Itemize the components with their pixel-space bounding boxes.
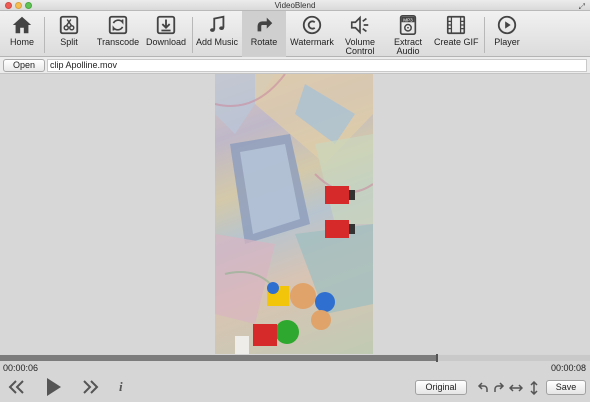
timeline-progress — [0, 355, 437, 361]
toolbar-rotate-button[interactable]: Rotate — [242, 11, 286, 57]
video-preview-area — [0, 74, 590, 354]
fast-forward-icon[interactable] — [81, 380, 99, 394]
home-icon — [12, 16, 32, 34]
toolbar-add-music-button[interactable]: Add Music — [195, 11, 239, 57]
title-bar: VideoBlend ⤢ — [0, 0, 590, 11]
close-window-button[interactable] — [5, 2, 12, 9]
download-icon — [156, 15, 176, 35]
toolbar-volume-control-button[interactable]: Volume Control — [341, 11, 379, 57]
file-bar: Open clip Apolline.mov — [0, 57, 590, 74]
toolbar-extract-audio-button[interactable]: MP3 Extract Audio — [388, 11, 428, 57]
video-image — [215, 74, 373, 354]
zoom-window-button[interactable] — [25, 2, 32, 9]
current-time: 00:00:06 — [3, 363, 39, 373]
music-note-icon — [210, 15, 225, 32]
flip-horizontal-icon[interactable] — [509, 382, 523, 394]
toolbar-download-button[interactable]: Download — [145, 11, 187, 57]
timeline-slider[interactable] — [0, 354, 590, 362]
play-icon[interactable] — [45, 377, 63, 397]
save-button[interactable]: Save — [546, 380, 586, 395]
transcode-icon — [108, 15, 128, 35]
extract-audio-icon: MP3 — [399, 15, 417, 35]
toolbar-create-gif-label: Create GIF — [434, 37, 479, 47]
timeline-playhead[interactable] — [435, 354, 438, 362]
toolbar-watermark-button[interactable]: Watermark — [290, 11, 334, 57]
play-circle-icon — [497, 15, 517, 35]
rotate-left-icon[interactable] — [477, 382, 489, 394]
open-button[interactable]: Open — [3, 59, 45, 72]
toolbar-transcode-label: Transcode — [96, 37, 140, 47]
toolbar-transcode-button[interactable]: Transcode — [96, 11, 140, 57]
toolbar: Home Split Transcode Download Add Music … — [0, 11, 590, 57]
toolbar-player-label: Player — [494, 37, 520, 47]
info-icon[interactable]: i — [119, 379, 123, 395]
toolbar-home-button[interactable]: Home — [2, 11, 42, 57]
toolbar-create-gif-button[interactable]: Create GIF — [434, 11, 479, 57]
flip-vertical-icon[interactable] — [528, 381, 540, 395]
watermark-icon — [302, 15, 322, 35]
total-time: 00:00:08 — [550, 363, 586, 373]
filename-field: clip Apolline.mov — [47, 59, 587, 72]
film-icon — [446, 15, 466, 35]
toolbar-split-label: Split — [60, 37, 78, 47]
toolbar-divider — [484, 17, 485, 53]
toolbar-home-label: Home — [9, 37, 34, 47]
mp3-badge: MP3 — [403, 17, 413, 22]
toolbar-watermark-label: Watermark — [290, 37, 334, 47]
toolbar-download-label: Download — [145, 37, 187, 47]
toolbar-divider — [192, 17, 193, 53]
volume-icon — [350, 15, 369, 35]
toolbar-extract-label-line2: Audio — [396, 46, 420, 56]
window-title: VideoBlend — [274, 1, 316, 10]
toolbar-divider — [44, 17, 45, 53]
rotate-icon — [257, 17, 273, 32]
split-icon — [59, 15, 79, 35]
minimize-window-button[interactable] — [15, 2, 22, 9]
toolbar-add-music-label: Add Music — [195, 37, 239, 47]
rewind-icon[interactable] — [8, 380, 26, 394]
toolbar-volume-label-line2: Control — [345, 46, 375, 56]
toolbar-split-button[interactable]: Split — [52, 11, 86, 57]
toolbar-player-button[interactable]: Player — [490, 11, 524, 57]
original-button[interactable]: Original — [415, 380, 467, 395]
video-frame[interactable] — [215, 74, 373, 354]
toolbar-rotate-label: Rotate — [250, 37, 278, 47]
rotate-right-icon[interactable] — [493, 382, 505, 394]
